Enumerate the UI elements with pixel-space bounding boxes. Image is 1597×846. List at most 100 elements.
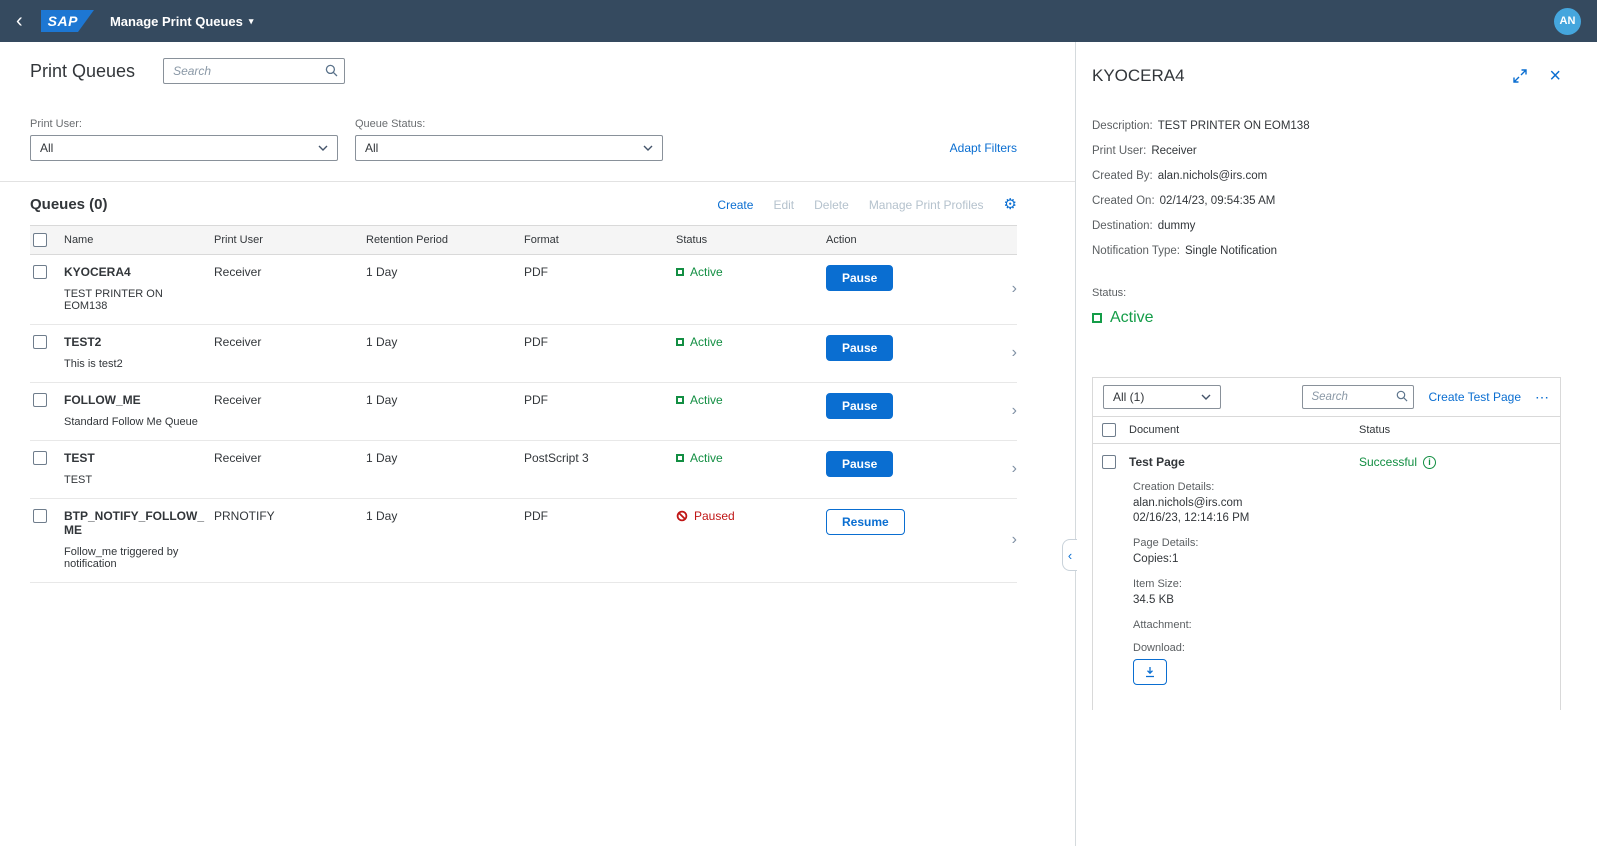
column-action: Action	[826, 234, 857, 246]
chevron-right-icon[interactable]: ›	[1012, 402, 1017, 420]
search-input[interactable]	[163, 58, 346, 84]
queue-description: TEST	[64, 474, 93, 486]
queue-format: PDF	[524, 335, 548, 349]
pause-button[interactable]: Pause	[826, 451, 894, 477]
download-icon	[1146, 667, 1154, 678]
detail-field: Description: TEST PRINTER ON EOM138	[1092, 120, 1310, 132]
queue-format: PDF	[524, 265, 548, 279]
row-checkbox[interactable]	[33, 393, 47, 407]
main-area: Print Queues Print User: All Queue Statu…	[0, 42, 1597, 846]
overflow-menu-icon[interactable]: ⋯	[1535, 389, 1550, 406]
enter-fullscreen-icon[interactable]	[1513, 69, 1528, 83]
table-row[interactable]: TEST TEST Receiver 1 Day PostScript 3 Ac…	[30, 441, 1017, 499]
user-avatar[interactable]: AN	[1554, 7, 1581, 35]
queue-status-label: Queue Status:	[355, 118, 426, 130]
status-badge: Active	[676, 335, 826, 349]
queue-name-cell: TEST TEST	[64, 451, 214, 486]
detail-header: KYOCERA4 ×	[1092, 66, 1561, 86]
queue-status-value: All	[365, 141, 379, 155]
queue-status-select[interactable]: All	[355, 135, 663, 161]
table-settings-gear-icon[interactable]: ⚙	[1004, 197, 1017, 212]
table-row[interactable]: KYOCERA4 TEST PRINTER ON EOM138 Receiver…	[30, 255, 1017, 325]
select-all-checkbox[interactable]	[33, 233, 47, 247]
shellbar: ‹ SAP Manage Print Queues ▾ AN	[0, 0, 1597, 42]
info-icon[interactable]: i	[1423, 455, 1437, 469]
queue-name-cell: BTP_NOTIFY_FOLLOW_ME Follow_me triggered…	[64, 509, 214, 570]
resume-button[interactable]: Resume	[826, 509, 905, 535]
column-retention-period: Retention Period	[366, 234, 448, 246]
download: Download:	[1133, 642, 1550, 685]
status-value: Active	[1092, 309, 1561, 327]
queue-name-cell: KYOCERA4 TEST PRINTER ON EOM138	[64, 265, 214, 312]
caret-down-icon: ▾	[248, 15, 254, 26]
app-title: Manage Print Queues	[109, 13, 243, 29]
queue-name: BTP_NOTIFY_FOLLOW_ME	[64, 509, 205, 537]
queue-print-user: Receiver	[214, 335, 262, 349]
manage-print-queues-app: ‹ SAP Manage Print Queues ▾ AN Print Que…	[0, 0, 1597, 846]
queues-search	[163, 58, 346, 84]
detail-status: Status: Active	[1092, 287, 1561, 327]
detail-field: Notification Type: Single Notification	[1092, 245, 1278, 257]
queue-retention: 1 Day	[366, 265, 398, 279]
row-checkbox[interactable]	[33, 265, 47, 279]
active-status-icon	[676, 268, 684, 276]
queue-description: Standard Follow Me Queue	[64, 416, 198, 428]
document-details: Creation Details: alan.nichols@irs.com 0…	[1093, 473, 1560, 710]
search-icon[interactable]	[1396, 390, 1408, 402]
print-user-select[interactable]: All	[30, 135, 338, 161]
chevron-right-icon[interactable]: ›	[1012, 460, 1017, 478]
select-all-checkbox[interactable]	[1102, 423, 1116, 437]
page-header: Print Queues	[30, 58, 1017, 84]
pause-button[interactable]: Pause	[826, 393, 894, 419]
filters-divider	[0, 181, 1075, 182]
queue-print-user: Receiver	[214, 393, 262, 407]
row-checkbox[interactable]	[33, 451, 47, 465]
queue-detail-panel: ‹ KYOCERA4 × Description: TEST PRINTER ON…	[1062, 42, 1597, 846]
document-row[interactable]: Test Page Successful i	[1093, 444, 1560, 473]
delete-button[interactable]: Delete	[814, 198, 849, 212]
table-row[interactable]: TEST2 This is test2 Receiver 1 Day PDF A…	[30, 325, 1017, 383]
queue-name: FOLLOW_ME	[64, 393, 141, 407]
pause-button[interactable]: Pause	[826, 265, 894, 291]
chevron-right-icon[interactable]: ›	[1012, 344, 1017, 362]
documents-filter-value: All (1)	[1113, 390, 1145, 404]
column-document: Document	[1129, 424, 1180, 436]
edit-button[interactable]: Edit	[773, 198, 794, 212]
manage-print-profiles-button[interactable]: Manage Print Profiles	[869, 198, 984, 212]
documents-filter-select[interactable]: All (1)	[1103, 385, 1221, 409]
pause-button[interactable]: Pause	[826, 335, 894, 361]
detail-fields: Description: TEST PRINTER ON EOM138 Print…	[1092, 120, 1561, 257]
status-label: Status:	[1092, 287, 1127, 299]
chevron-right-icon[interactable]: ›	[1012, 531, 1017, 549]
column-format: Format	[524, 234, 559, 246]
status-badge: Paused	[676, 509, 826, 523]
status-badge: Active	[676, 393, 826, 407]
queue-retention: 1 Day	[366, 335, 398, 349]
column-name: Name	[64, 234, 94, 246]
queue-name-cell: FOLLOW_ME Standard Follow Me Queue	[64, 393, 214, 428]
column-status: Status	[676, 234, 708, 246]
back-icon[interactable]: ‹	[16, 11, 23, 31]
document-name: Test Page	[1129, 455, 1185, 469]
table-row[interactable]: FOLLOW_ME Standard Follow Me Queue Recei…	[30, 383, 1017, 441]
chevron-down-icon	[318, 145, 328, 151]
detail-field: Created By: alan.nichols@irs.com	[1092, 170, 1268, 182]
expand-panel-chevron-icon[interactable]: ‹	[1062, 539, 1077, 571]
row-checkbox[interactable]	[33, 335, 47, 349]
create-test-page-link[interactable]: Create Test Page	[1428, 390, 1521, 404]
create-button[interactable]: Create	[717, 198, 753, 212]
sap-logo: SAP	[40, 10, 94, 32]
adapt-filters-link[interactable]: Adapt Filters	[950, 141, 1017, 155]
row-checkbox[interactable]	[33, 509, 47, 523]
documents-section: All (1) Create Test Page ⋯ Document Stat…	[1092, 377, 1561, 710]
row-checkbox[interactable]	[1102, 455, 1116, 469]
print-user-label: Print User:	[30, 118, 82, 130]
active-status-icon	[676, 454, 684, 462]
download-button[interactable]	[1133, 659, 1167, 685]
app-title-menu[interactable]: Manage Print Queues ▾	[110, 14, 253, 29]
active-status-icon	[1092, 313, 1102, 323]
close-icon[interactable]: ×	[1549, 66, 1561, 86]
chevron-right-icon[interactable]: ›	[1012, 280, 1017, 298]
table-row[interactable]: BTP_NOTIFY_FOLLOW_ME Follow_me triggered…	[30, 499, 1017, 583]
search-icon[interactable]	[325, 64, 338, 77]
